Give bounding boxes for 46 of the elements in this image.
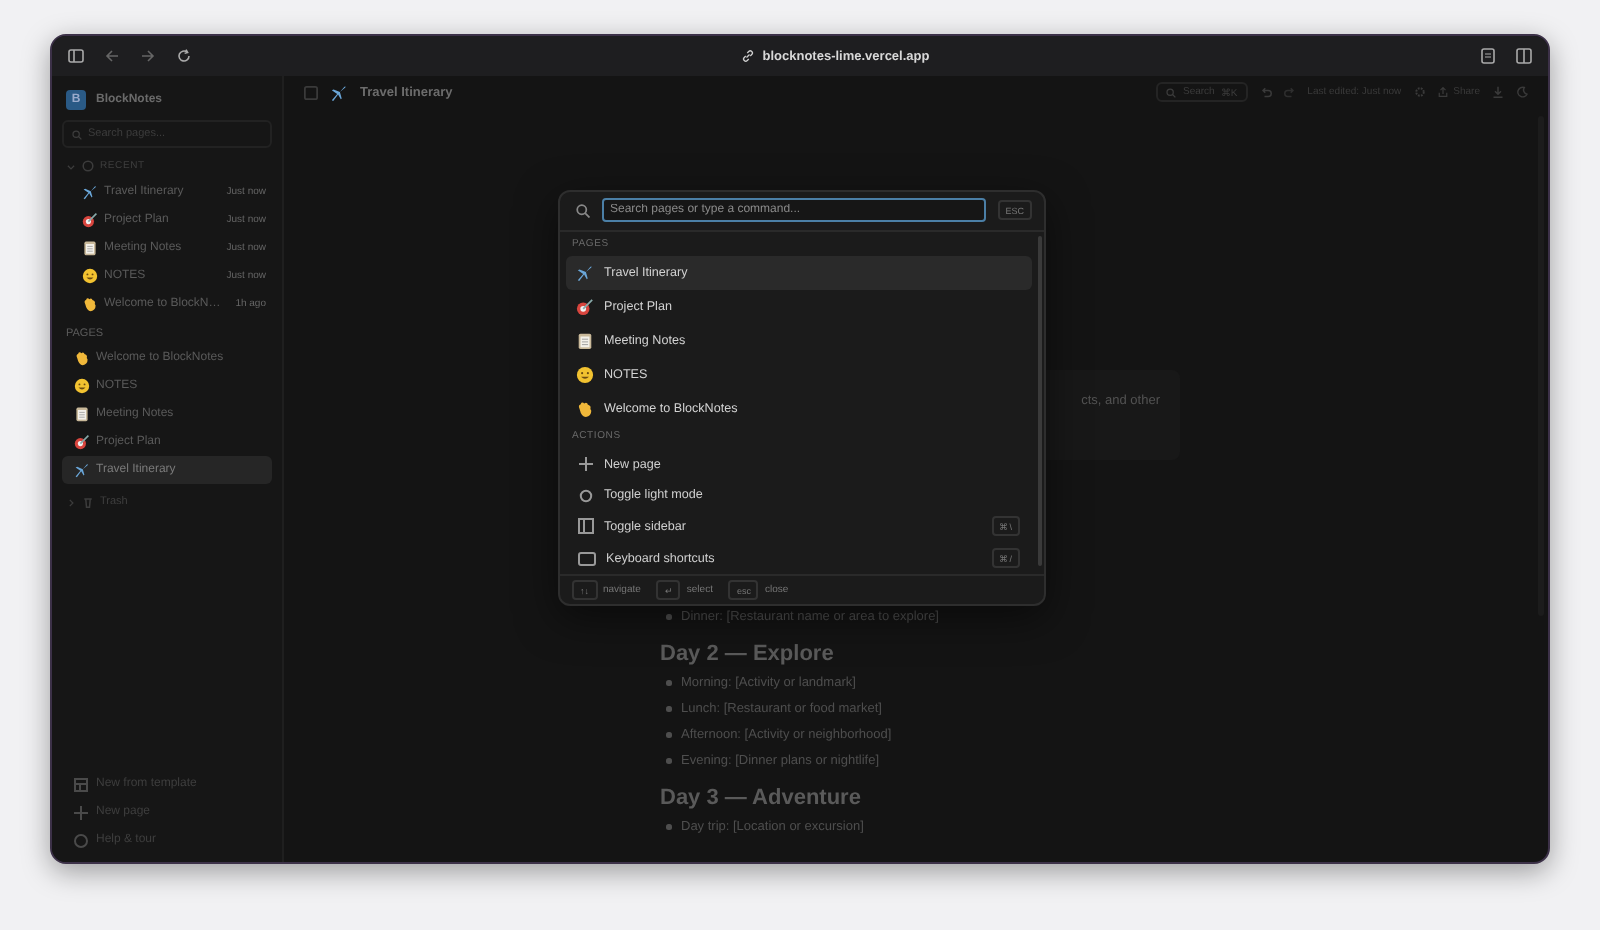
bullet-icon: [666, 732, 671, 738]
undo-icon[interactable]: [1259, 86, 1272, 98]
moon-icon[interactable]: [1516, 86, 1528, 98]
chevron-icon[interactable]: [66, 497, 76, 507]
link-icon: [742, 50, 755, 62]
airplane-icon: [330, 83, 348, 101]
clipboard-icon: [82, 240, 98, 256]
airplane-icon: [82, 184, 98, 200]
search-icon: [1166, 87, 1177, 97]
bullet-icon: [666, 824, 671, 830]
clipboard-icon: [576, 332, 594, 351]
share-icon: [1437, 86, 1448, 98]
waving-hand-icon: [576, 400, 594, 419]
split-view-icon[interactable]: [1516, 48, 1532, 64]
reload-icon[interactable]: [176, 48, 192, 64]
bullet-icon: [666, 758, 671, 764]
template-icon: [74, 777, 88, 791]
smiley-icon: [576, 366, 594, 385]
airplane-icon: [74, 462, 90, 478]
reader-icon[interactable]: [1480, 48, 1496, 64]
dart-target-icon: [576, 298, 594, 317]
redo-icon[interactable]: [1283, 86, 1296, 98]
plus-icon: [74, 805, 88, 819]
dart-target-icon: [82, 212, 98, 228]
plus-icon: [578, 456, 594, 473]
section-heading: Day 3 — Adventure: [660, 786, 863, 810]
search-icon: [576, 203, 590, 217]
smiley-icon: [82, 268, 98, 284]
trash-icon: [82, 496, 94, 508]
sidebar-icon: [578, 518, 594, 535]
dart-target-icon: [74, 434, 90, 450]
download-icon[interactable]: [1492, 86, 1504, 98]
search-icon: [72, 129, 82, 139]
waving-hand-icon: [74, 350, 90, 366]
clipboard-icon: [74, 406, 90, 422]
smiley-icon: [74, 378, 90, 394]
waving-hand-icon: [82, 296, 98, 312]
airplane-icon: [576, 263, 594, 282]
section-heading: Day 2 — Explore: [660, 642, 836, 666]
keyboard-icon: [578, 551, 596, 566]
chevron-icon[interactable]: [66, 161, 76, 171]
bullet-icon: [666, 680, 671, 686]
back-arrow-icon[interactable]: [104, 48, 120, 64]
bullet-icon: [666, 706, 671, 712]
bullet-icon: [666, 614, 671, 620]
forward-arrow-icon[interactable]: [140, 48, 156, 64]
